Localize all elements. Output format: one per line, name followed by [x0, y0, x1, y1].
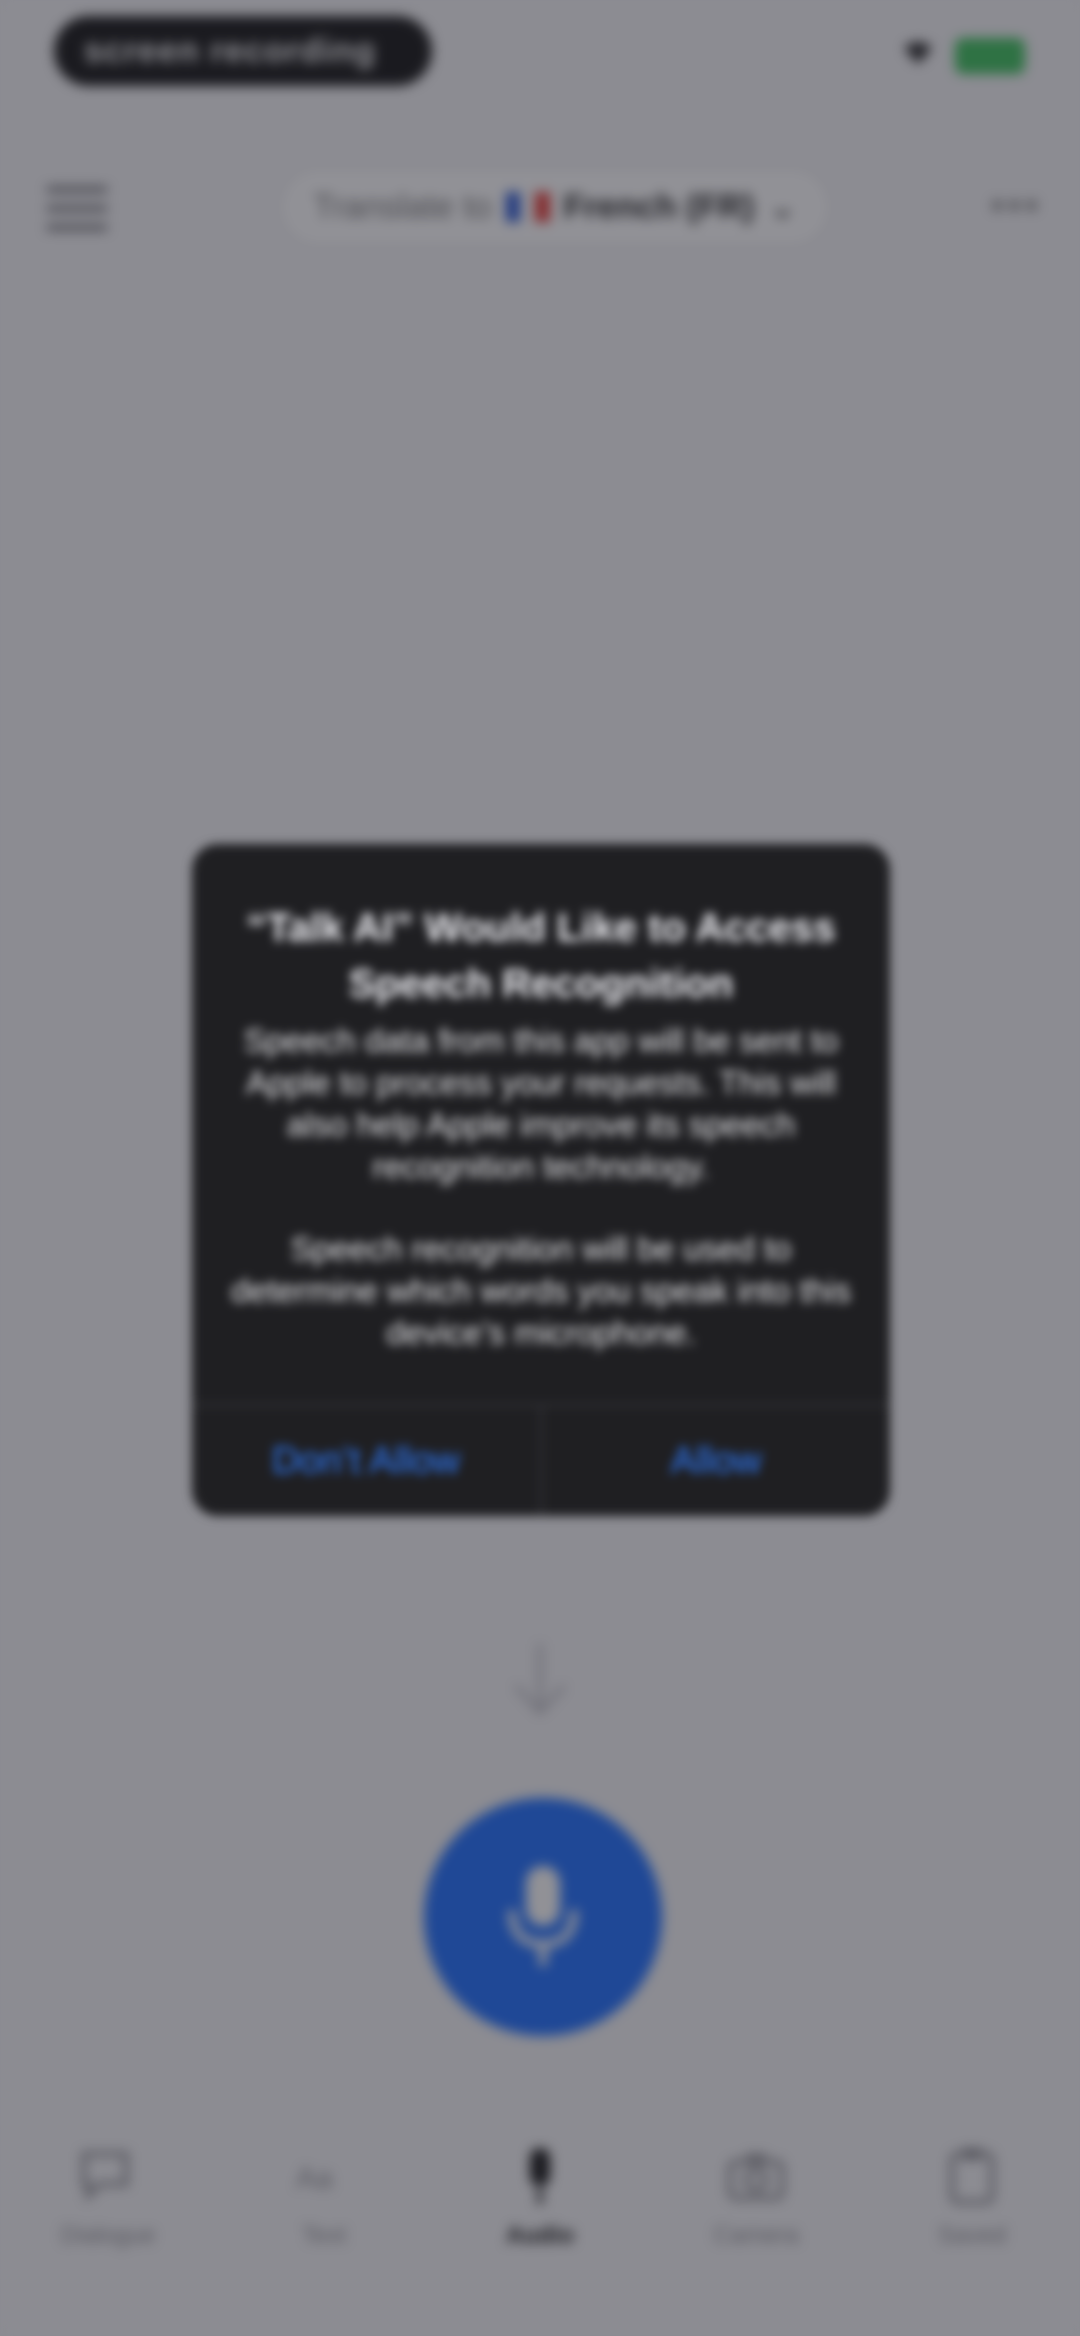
allow-button[interactable]: Allow [542, 1406, 890, 1516]
permission-alert: “Talk AI” Would Like to Access Speech Re… [192, 844, 890, 1516]
alert-message-secondary: Speech recognition will be used to deter… [231, 1230, 851, 1351]
dont-allow-button[interactable]: Don’t Allow [192, 1406, 540, 1516]
alert-title: “Talk AI” Would Like to Access Speech Re… [246, 906, 836, 1006]
alert-message: Speech data from this app will be sent t… [243, 1022, 839, 1185]
